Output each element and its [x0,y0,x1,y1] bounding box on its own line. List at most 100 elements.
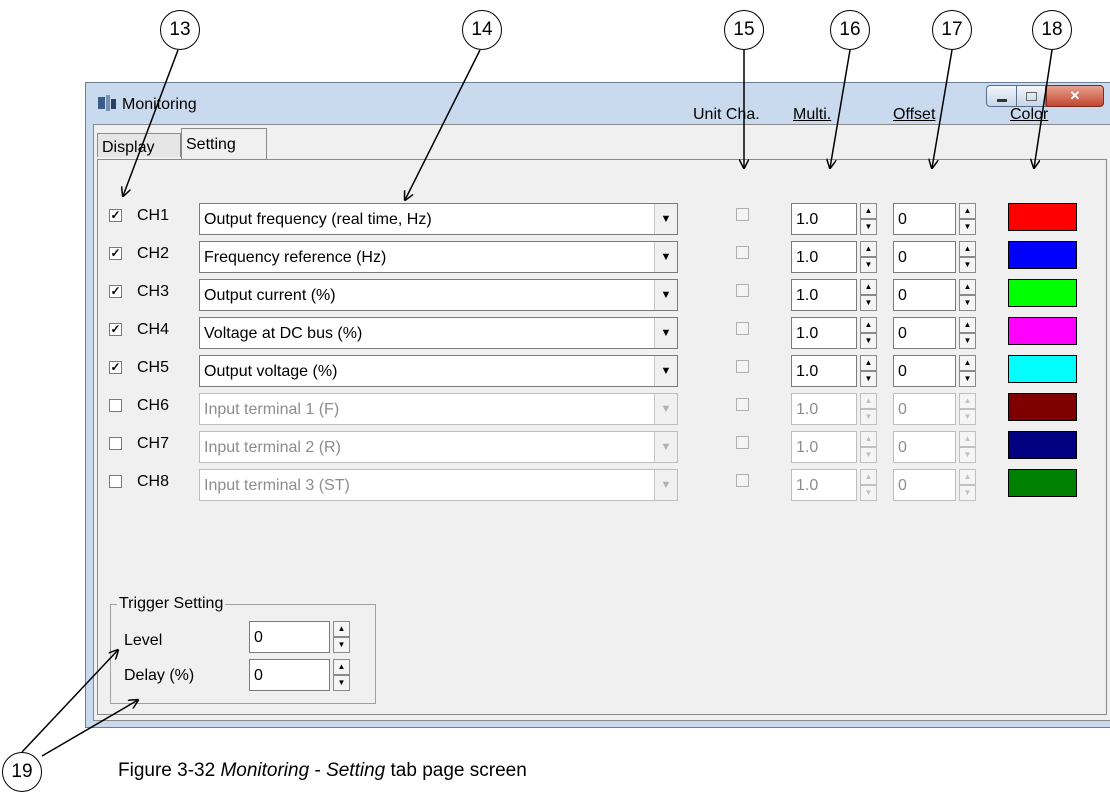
offset-input[interactable]: 0 [893,203,956,235]
spin-up-icon[interactable]: ▲ [860,469,877,485]
offset-input[interactable]: 0 [893,431,956,463]
signal-select[interactable]: Output current (%) ▼ [199,279,678,311]
multiplier-input[interactable]: 1.0 [791,431,857,463]
spin-up-icon[interactable]: ▲ [959,469,976,485]
unit-change-checkbox[interactable] [736,246,749,259]
spin-up-icon[interactable]: ▲ [959,279,976,295]
unit-change-checkbox[interactable] [736,360,749,373]
spin-up-icon[interactable]: ▲ [860,241,877,257]
spin-up-icon[interactable]: ▲ [860,203,877,219]
chevron-down-icon[interactable]: ▼ [654,242,677,272]
unit-change-checkbox[interactable] [736,436,749,449]
signal-select[interactable]: Voltage at DC bus (%) ▼ [199,317,678,349]
offset-input[interactable]: 0 [893,469,956,501]
minimize-button[interactable] [986,85,1016,107]
offset-spinner[interactable]: ▲ ▼ [959,431,976,463]
spin-up-icon[interactable]: ▲ [860,355,877,371]
spin-down-icon[interactable]: ▼ [959,219,976,235]
spin-down-icon[interactable]: ▼ [959,295,976,311]
maximize-button[interactable] [1016,85,1046,107]
multiplier-input[interactable]: 1.0 [791,317,857,349]
signal-select[interactable]: Frequency reference (Hz) ▼ [199,241,678,273]
channel-enable-checkbox[interactable] [109,437,122,450]
spin-up-icon[interactable]: ▲ [959,431,976,447]
spin-down-icon[interactable]: ▼ [860,447,877,463]
spin-up-icon[interactable]: ▲ [860,317,877,333]
chevron-down-icon[interactable]: ▼ [654,432,677,462]
spin-up-icon[interactable]: ▲ [959,241,976,257]
signal-select[interactable]: Output voltage (%) ▼ [199,355,678,387]
spin-up-icon[interactable]: ▲ [959,355,976,371]
multiplier-input[interactable]: 1.0 [791,355,857,387]
channel-enable-checkbox[interactable]: ✓ [109,361,122,374]
channel-color-swatch[interactable] [1008,355,1077,383]
tab-display[interactable]: Display [97,133,181,157]
multiplier-input[interactable]: 1.0 [791,203,857,235]
channel-enable-checkbox[interactable]: ✓ [109,323,122,336]
unit-change-checkbox[interactable] [736,322,749,335]
spin-up-icon[interactable]: ▲ [860,393,877,409]
multiplier-spinner[interactable]: ▲ ▼ [860,203,877,235]
spin-down-icon[interactable]: ▼ [959,371,976,387]
title-bar[interactable]: Monitoring ✕ [86,83,1110,123]
channel-enable-checkbox[interactable]: ✓ [109,209,122,222]
multiplier-spinner[interactable]: ▲ ▼ [860,317,877,349]
spin-down-icon[interactable]: ▼ [860,295,877,311]
spin-up-icon[interactable]: ▲ [959,317,976,333]
channel-enable-checkbox[interactable] [109,399,122,412]
spin-up-icon[interactable]: ▲ [860,431,877,447]
offset-spinner[interactable]: ▲ ▼ [959,203,976,235]
chevron-down-icon[interactable]: ▼ [654,356,677,386]
multiplier-input[interactable]: 1.0 [791,241,857,273]
spin-up-icon[interactable]: ▲ [959,203,976,219]
spin-down-icon[interactable]: ▼ [860,371,877,387]
offset-input[interactable]: 0 [893,279,956,311]
spin-down-icon[interactable]: ▼ [959,409,976,425]
multiplier-spinner[interactable]: ▲ ▼ [860,431,877,463]
offset-spinner[interactable]: ▲ ▼ [959,241,976,273]
offset-input[interactable]: 0 [893,317,956,349]
offset-input[interactable]: 0 [893,393,956,425]
channel-enable-checkbox[interactable]: ✓ [109,247,122,260]
close-button[interactable]: ✕ [1046,85,1104,107]
multiplier-input[interactable]: 1.0 [791,469,857,501]
channel-color-swatch[interactable] [1008,469,1077,497]
channel-color-swatch[interactable] [1008,317,1077,345]
channel-color-swatch[interactable] [1008,279,1077,307]
unit-change-checkbox[interactable] [736,284,749,297]
offset-input[interactable]: 0 [893,241,956,273]
channel-enable-checkbox[interactable]: ✓ [109,285,122,298]
multiplier-spinner[interactable]: ▲ ▼ [860,393,877,425]
spin-down-icon[interactable]: ▼ [860,219,877,235]
offset-spinner[interactable]: ▲ ▼ [959,279,976,311]
multiplier-spinner[interactable]: ▲ ▼ [860,241,877,273]
unit-change-checkbox[interactable] [736,208,749,221]
offset-spinner[interactable]: ▲ ▼ [959,393,976,425]
multiplier-spinner[interactable]: ▲ ▼ [860,355,877,387]
tab-setting[interactable]: Setting [181,128,267,159]
channel-color-swatch[interactable] [1008,393,1077,421]
channel-enable-checkbox[interactable] [109,475,122,488]
unit-change-checkbox[interactable] [736,474,749,487]
signal-select[interactable]: Input terminal 1 (F) ▼ [199,393,678,425]
chevron-down-icon[interactable]: ▼ [654,470,677,500]
multiplier-spinner[interactable]: ▲ ▼ [860,469,877,501]
offset-spinner[interactable]: ▲ ▼ [959,355,976,387]
unit-change-checkbox[interactable] [736,398,749,411]
signal-select[interactable]: Output frequency (real time, Hz) ▼ [199,203,678,235]
signal-select[interactable]: Input terminal 2 (R) ▼ [199,431,678,463]
chevron-down-icon[interactable]: ▼ [654,394,677,424]
chevron-down-icon[interactable]: ▼ [654,204,677,234]
spin-down-icon[interactable]: ▼ [959,333,976,349]
channel-color-swatch[interactable] [1008,203,1077,231]
channel-color-swatch[interactable] [1008,241,1077,269]
multiplier-input[interactable]: 1.0 [791,393,857,425]
offset-input[interactable]: 0 [893,355,956,387]
channel-color-swatch[interactable] [1008,431,1077,459]
offset-spinner[interactable]: ▲ ▼ [959,469,976,501]
spin-down-icon[interactable]: ▼ [959,485,976,501]
chevron-down-icon[interactable]: ▼ [654,280,677,310]
spin-down-icon[interactable]: ▼ [860,409,877,425]
spin-down-icon[interactable]: ▼ [959,257,976,273]
signal-select[interactable]: Input terminal 3 (ST) ▼ [199,469,678,501]
